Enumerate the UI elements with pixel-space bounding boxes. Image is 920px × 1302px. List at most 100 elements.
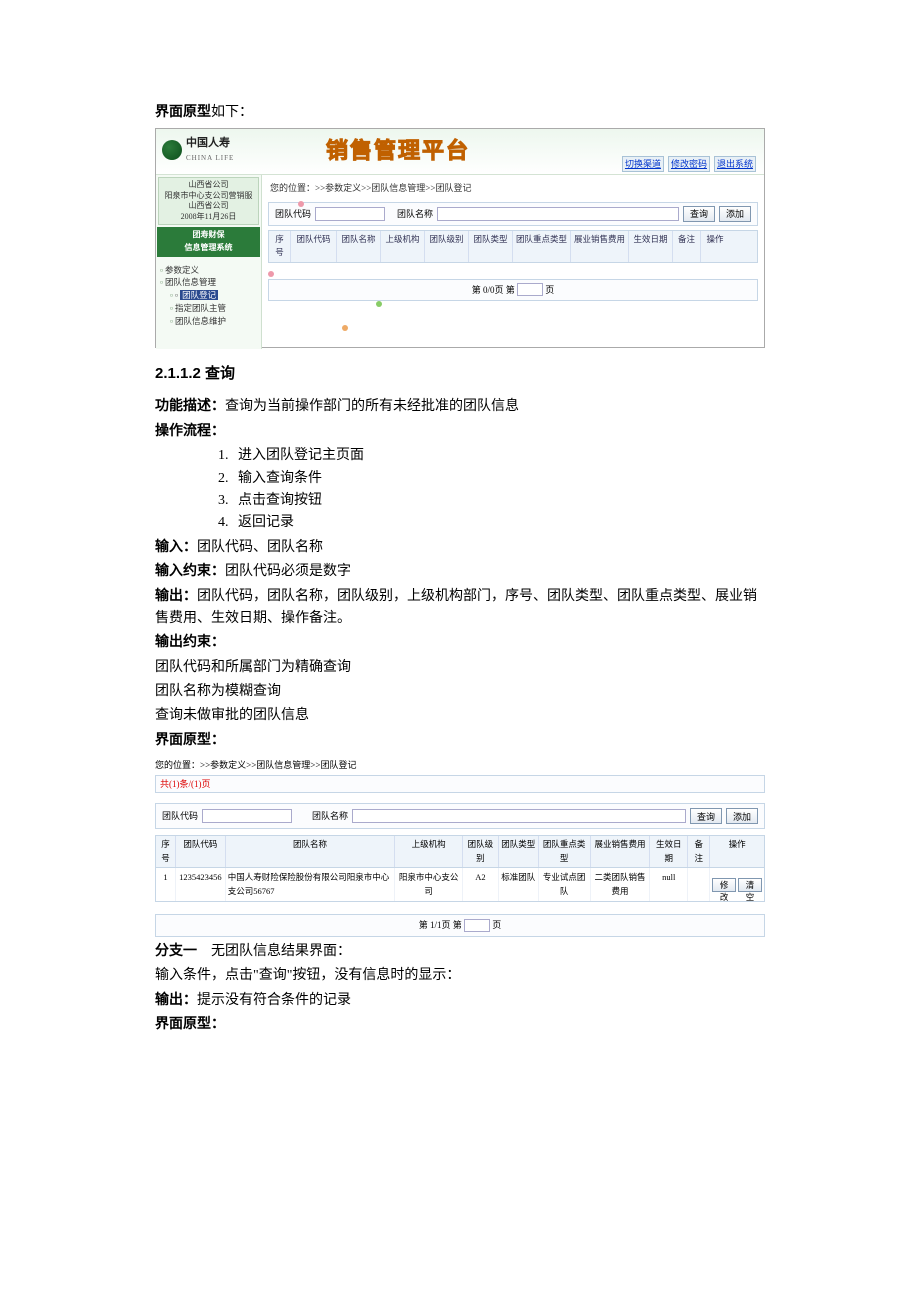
col: 展业销售费用 — [591, 836, 651, 867]
add-button[interactable]: 添加 — [719, 206, 751, 222]
cell-fee: 二类团队销售费用 — [591, 868, 651, 901]
col: 操作 — [701, 231, 729, 262]
decor-dot — [342, 325, 348, 331]
link-logout[interactable]: 退出系统 — [714, 156, 756, 172]
top-bar: 中国人寿 CHINA LIFE 销售管理平台 切换渠道 修改密码 退出系统 — [156, 129, 764, 175]
clear-button[interactable]: 清空 — [738, 878, 762, 892]
col: 团队类型 — [499, 836, 539, 867]
decor-dot — [376, 301, 382, 307]
proto-label: 界面原型： — [155, 730, 765, 752]
label-team-name: 团队名称 — [312, 809, 348, 823]
pager-input[interactable] — [517, 283, 543, 296]
search-row: 团队代码 团队名称 查询 添加 — [155, 803, 765, 829]
input-constraint-line: 输入约束：团队代码必须是数字 — [155, 561, 765, 583]
cell-remark — [688, 868, 710, 901]
outcon-line: 查询未做审批的团队信息 — [155, 705, 765, 727]
input-team-code[interactable] — [315, 207, 385, 221]
cell-ops: 修改 清空 — [710, 868, 764, 901]
col: 展业销售费用 — [571, 231, 629, 262]
cell-name: 中国人寿财险保险股份有限公司阳泉市中心支公司56767 — [226, 868, 395, 901]
result-count-tab: 共(1)条/(1)页 — [155, 775, 765, 793]
col: 序号 — [156, 836, 176, 867]
col: 序号 — [269, 231, 291, 262]
col: 团队代码 — [291, 231, 337, 262]
branch-title: 分支一 无团队信息结果界面： — [155, 941, 765, 963]
logo-icon — [162, 140, 182, 160]
org-line: 山西省公司 — [161, 201, 256, 211]
cell-keytype: 专业试点团队 — [539, 868, 591, 901]
link-change-password[interactable]: 修改密码 — [668, 156, 710, 172]
search-button[interactable]: 查询 — [690, 808, 722, 824]
col: 团队类型 — [469, 231, 513, 262]
col: 备注 — [673, 231, 701, 262]
org-line: 2008年11月26日 — [161, 212, 256, 222]
add-button[interactable]: 添加 — [726, 808, 758, 824]
branch-proto-label: 界面原型： — [155, 1014, 765, 1036]
label-team-name: 团队名称 — [397, 207, 433, 221]
outcon-line: 团队名称为模糊查询 — [155, 681, 765, 703]
system-title: 团寿财保 信息管理系统 — [157, 227, 260, 257]
search-row: 团队代码 团队名称 查询 添加 — [268, 202, 758, 226]
edit-button[interactable]: 修改 — [712, 878, 736, 892]
tree-node-team-register[interactable]: ▫ 团队登记 — [170, 289, 257, 302]
tree-node-team-mgmt[interactable]: 团队信息管理 — [160, 276, 257, 289]
intro-suffix: 如下： — [211, 105, 253, 120]
nav-tree: 参数定义 团队信息管理 ▫ 团队登记 指定团队主管 团队信息维护 — [156, 258, 261, 334]
screenshot-1: 中国人寿 CHINA LIFE 销售管理平台 切换渠道 修改密码 退出系统 山西… — [155, 128, 765, 348]
col: 上级机构 — [381, 231, 425, 262]
outcon-line: 团队代码和所属部门为精确查询 — [155, 657, 765, 679]
tree-node-params[interactable]: 参数定义 — [160, 264, 257, 277]
col: 生效日期 — [650, 836, 688, 867]
grid-header: 序号 团队代码 团队名称 上级机构 团队级别 团队类型 团队重点类型 展业销售费… — [155, 835, 765, 868]
org-line: 阳泉市中心支公司营销服 — [161, 191, 256, 201]
cell-type: 标准团队 — [499, 868, 539, 901]
col: 团队代码 — [176, 836, 226, 867]
pager-pre: 第 0/0页 第 — [472, 285, 515, 295]
tree-node-assign-leader[interactable]: 指定团队主管 — [170, 302, 257, 315]
input-team-name[interactable] — [437, 207, 679, 221]
col: 上级机构 — [395, 836, 463, 867]
col: 生效日期 — [629, 231, 673, 262]
pager-pre: 第 1/1页 第 — [419, 920, 462, 930]
banner-title: 销售管理平台 — [326, 133, 470, 168]
search-button[interactable]: 查询 — [683, 206, 715, 222]
cell-seq: 1 — [156, 868, 176, 901]
input-team-code[interactable] — [202, 809, 292, 823]
logo: 中国人寿 CHINA LIFE — [162, 135, 234, 164]
org-line: 山西省公司 — [161, 180, 256, 190]
input-line: 输入：团队代码、团队名称 — [155, 537, 765, 559]
col: 团队级别 — [425, 231, 469, 262]
cell-level: A2 — [463, 868, 499, 901]
pager: 第 1/1页 第 页 — [155, 914, 765, 936]
func-desc: 功能描述：查询为当前操作部门的所有未经批准的团队信息 — [155, 396, 765, 418]
pager-input[interactable] — [464, 919, 490, 932]
intro-line: 界面原型如下： — [155, 102, 765, 124]
flow-label: 操作流程： — [155, 421, 765, 443]
cell-code: 1235423456 — [176, 868, 226, 901]
org-info-box: 山西省公司 阳泉市中心支公司营销服 山西省公司 2008年11月26日 — [158, 177, 259, 225]
col: 操作 — [710, 836, 764, 867]
col: 团队重点类型 — [539, 836, 591, 867]
section-heading: 2.1.1.2 查询 — [155, 362, 765, 386]
screenshot-2: 您的位置：>>参数定义>>团队信息管理>>团队登记 共(1)条/(1)页 团队代… — [155, 756, 765, 937]
col: 团队名称 — [337, 231, 381, 262]
pager-post: 页 — [545, 285, 554, 295]
decor-dot — [268, 271, 274, 277]
link-switch-channel[interactable]: 切换渠道 — [622, 156, 664, 172]
breadcrumb: 您的位置：>>参数定义>>团队信息管理>>团队登记 — [268, 179, 758, 201]
branch-output: 输出：提示没有符合条件的记录 — [155, 990, 765, 1012]
label-team-code: 团队代码 — [162, 809, 198, 823]
step: 输入查询条件 — [232, 468, 765, 490]
cell-eff: null — [650, 868, 688, 901]
step: 返回记录 — [232, 512, 765, 534]
top-links: 切换渠道 修改密码 退出系统 — [622, 156, 756, 172]
label-team-code: 团队代码 — [275, 207, 311, 221]
col: 团队重点类型 — [513, 231, 571, 262]
step: 点击查询按钮 — [232, 490, 765, 512]
output-constraint-label: 输出约束： — [155, 632, 765, 654]
input-team-name[interactable] — [352, 809, 686, 823]
breadcrumb: 您的位置：>>参数定义>>团队信息管理>>团队登记 — [155, 756, 765, 774]
col: 团队名称 — [226, 836, 395, 867]
tree-node-team-maintain[interactable]: 团队信息维护 — [170, 315, 257, 328]
branch-line: 输入条件，点击"查询"按钮，没有信息时的显示： — [155, 965, 765, 987]
